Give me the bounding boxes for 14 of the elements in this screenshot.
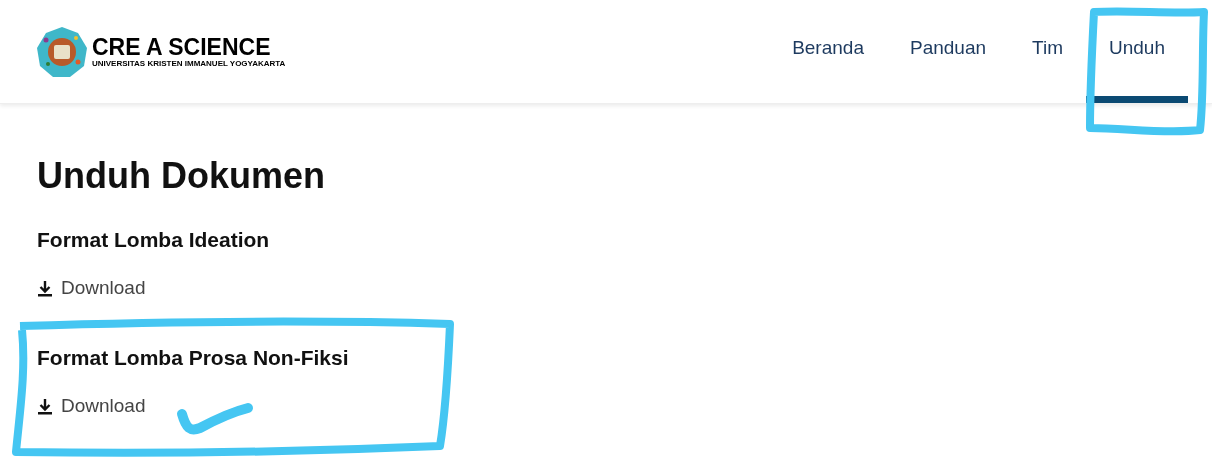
nav-link[interactable]: Panduan: [886, 0, 1010, 103]
download-link[interactable]: Download: [37, 274, 146, 303]
document-title: Format Lomba Ideation: [37, 227, 271, 253]
logo-emblem-icon: [36, 25, 88, 78]
nav-link[interactable]: Beranda: [769, 0, 887, 103]
download-link[interactable]: Download: [37, 391, 146, 421]
page-title: Unduh Dokumen: [37, 154, 326, 198]
logo-title: CRE A SCIENCE: [92, 34, 272, 59]
download-icon: [37, 279, 53, 297]
nav-link[interactable]: Unduh: [1086, 0, 1188, 103]
document-title: Format Lomba Prosa Non-Fiksi: [37, 344, 350, 371]
nav-link[interactable]: Tim: [1009, 0, 1086, 103]
download-icon: [37, 397, 53, 415]
logo-subtitle: UNIVERSITAS KRISTEN IMMANUEL YOGYAKARTA: [92, 58, 286, 69]
